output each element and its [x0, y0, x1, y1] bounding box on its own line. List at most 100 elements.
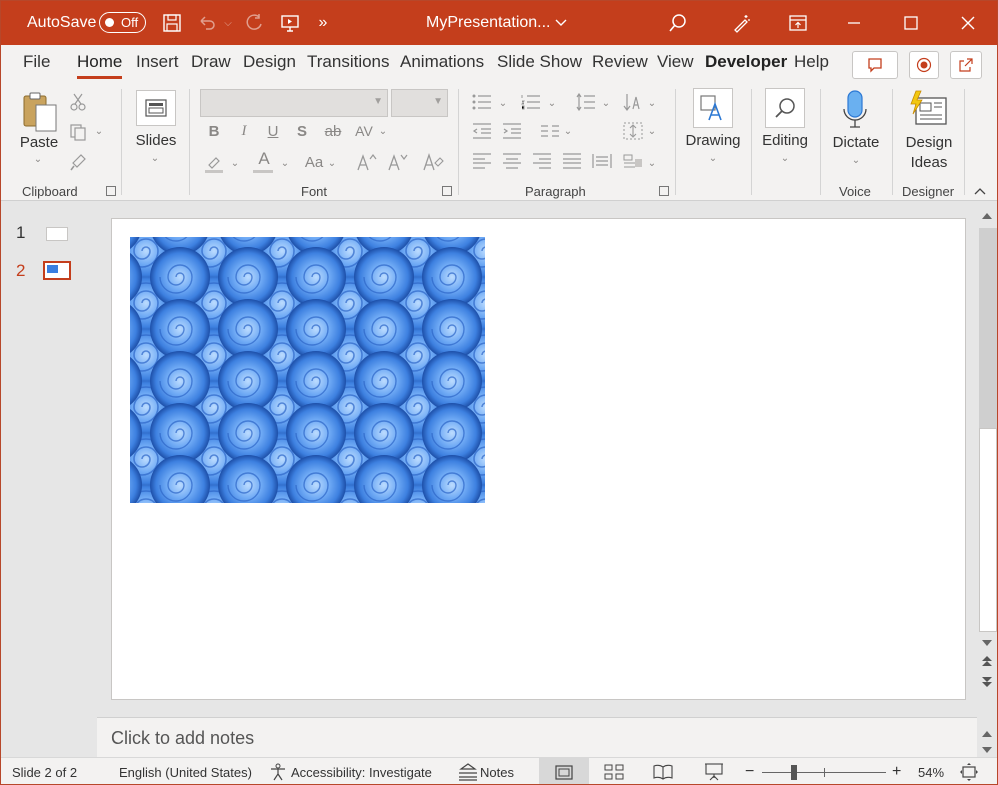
- align-left-icon[interactable]: [471, 151, 493, 171]
- slides-dropdown-icon[interactable]: ⌄: [149, 153, 161, 164]
- slide-show-icon[interactable]: [704, 763, 724, 784]
- font-name-combobox[interactable]: ▼: [200, 89, 388, 117]
- tab-draw[interactable]: Draw: [191, 52, 231, 72]
- text-direction-icon[interactable]: [622, 92, 644, 112]
- chevron-down-icon[interactable]: ⌄: [647, 125, 657, 137]
- dictate-label[interactable]: Dictate: [827, 134, 885, 151]
- swirl-pattern-picture[interactable]: [130, 237, 485, 503]
- designer-wand-icon[interactable]: [729, 1, 755, 45]
- zoom-slider-thumb[interactable]: [791, 765, 797, 780]
- tab-file[interactable]: File: [23, 52, 50, 72]
- redo-icon[interactable]: [241, 1, 267, 45]
- tab-design[interactable]: Design: [243, 52, 296, 72]
- accessibility-status[interactable]: Accessibility: Investigate: [291, 765, 432, 780]
- change-case-button[interactable]: Aa: [301, 151, 327, 173]
- ribbon-display-options-icon[interactable]: [785, 1, 811, 45]
- scroll-track[interactable]: [979, 428, 997, 632]
- next-slide-icon[interactable]: [981, 675, 993, 693]
- align-center-icon[interactable]: [501, 151, 523, 171]
- bullets-icon[interactable]: [471, 92, 493, 112]
- line-spacing-icon[interactable]: [575, 92, 597, 112]
- chevron-down-icon[interactable]: ⌄: [601, 97, 611, 109]
- present-from-beginning-icon[interactable]: [277, 1, 303, 45]
- chevron-down-icon[interactable]: ⌄: [563, 125, 573, 137]
- collapse-ribbon-icon[interactable]: [973, 186, 987, 196]
- decrease-font-size-icon[interactable]: [386, 151, 410, 173]
- italic-button[interactable]: I: [235, 121, 253, 141]
- format-painter-icon[interactable]: [67, 151, 89, 173]
- chevron-down-icon[interactable]: ⌄: [280, 157, 290, 169]
- columns-icon[interactable]: [539, 121, 561, 141]
- design-ideas-label-line1[interactable]: Design: [901, 134, 957, 151]
- bold-button[interactable]: B: [205, 121, 223, 141]
- chevron-down-icon[interactable]: ⌄: [230, 157, 240, 169]
- character-spacing-button[interactable]: AV: [353, 121, 375, 141]
- design-ideas-label-line2[interactable]: Ideas: [901, 154, 957, 171]
- notes-placeholder[interactable]: Click to add notes: [111, 728, 254, 749]
- slide-thumbnail-1[interactable]: [46, 227, 68, 241]
- paragraph-launcher-icon[interactable]: [659, 186, 669, 196]
- scroll-thumb[interactable]: [979, 228, 997, 428]
- align-text-icon[interactable]: [622, 121, 644, 141]
- notes-toggle[interactable]: Notes: [480, 765, 514, 780]
- decrease-indent-icon[interactable]: [471, 121, 493, 141]
- editing-search-icon[interactable]: [765, 88, 805, 128]
- tab-developer[interactable]: Developer: [705, 52, 787, 72]
- language-indicator[interactable]: English (United States): [119, 765, 252, 780]
- drawing-label[interactable]: Drawing: [683, 132, 743, 149]
- chevron-down-icon[interactable]: ⌄: [647, 97, 657, 109]
- new-slide-icon[interactable]: [136, 90, 176, 126]
- record-button[interactable]: [909, 51, 939, 79]
- clear-formatting-icon[interactable]: [421, 151, 445, 173]
- minimize-icon[interactable]: [841, 1, 867, 45]
- paste-dropdown-icon[interactable]: ⌄: [32, 154, 44, 165]
- strikethrough-button[interactable]: ab: [322, 121, 344, 141]
- title-dropdown-icon[interactable]: [551, 1, 571, 45]
- increase-indent-icon[interactable]: [501, 121, 523, 141]
- editing-dropdown-icon[interactable]: ⌄: [779, 153, 791, 164]
- search-icon[interactable]: [665, 1, 691, 45]
- scroll-down-icon[interactable]: [981, 635, 993, 653]
- justify-icon[interactable]: [561, 151, 583, 171]
- fit-slide-icon[interactable]: [959, 762, 979, 784]
- notes-pane[interactable]: Click to add notes: [97, 717, 977, 757]
- comments-button[interactable]: [852, 51, 898, 79]
- cut-icon[interactable]: [67, 91, 89, 113]
- editing-label[interactable]: Editing: [757, 132, 813, 149]
- zoom-level[interactable]: 54%: [918, 765, 944, 780]
- increase-font-size-icon[interactable]: [355, 151, 379, 173]
- maximize-icon[interactable]: [898, 1, 924, 45]
- scroll-up-icon[interactable]: [981, 208, 993, 226]
- numbering-icon[interactable]: [520, 92, 542, 112]
- chevron-down-icon[interactable]: ⌄: [498, 97, 508, 109]
- copy-dropdown-icon[interactable]: ⌄: [93, 125, 105, 137]
- accessibility-icon[interactable]: [269, 763, 287, 784]
- font-launcher-icon[interactable]: [442, 186, 452, 196]
- tab-transitions[interactable]: Transitions: [307, 52, 390, 72]
- chevron-down-icon[interactable]: ⌄: [327, 157, 337, 169]
- font-color-button[interactable]: A: [252, 149, 276, 169]
- drawing-dropdown-icon[interactable]: ⌄: [707, 153, 719, 164]
- chevron-down-icon[interactable]: ⌄: [647, 157, 657, 169]
- notes-icon[interactable]: [458, 763, 478, 784]
- tab-insert[interactable]: Insert: [136, 52, 179, 72]
- undo-icon[interactable]: [194, 1, 220, 45]
- clipboard-launcher-icon[interactable]: [106, 186, 116, 196]
- save-icon[interactable]: [159, 1, 185, 45]
- autosave-toggle[interactable]: Off: [99, 12, 146, 33]
- paste-icon[interactable]: [21, 91, 59, 133]
- drawing-icon[interactable]: [693, 88, 733, 128]
- underline-button[interactable]: U: [264, 121, 282, 141]
- reading-view-icon[interactable]: [653, 764, 673, 783]
- dictate-dropdown-icon[interactable]: ⌄: [850, 155, 862, 166]
- smartart-icon[interactable]: [622, 151, 644, 171]
- close-icon[interactable]: [955, 1, 981, 45]
- normal-view-button[interactable]: [539, 758, 589, 784]
- slide-sorter-icon[interactable]: [604, 764, 624, 783]
- tab-animations[interactable]: Animations: [400, 52, 484, 72]
- highlight-icon[interactable]: [202, 151, 226, 175]
- chevron-down-icon[interactable]: ⌄: [378, 125, 388, 137]
- undo-dropdown-icon[interactable]: ⌵: [221, 1, 235, 45]
- chevron-down-icon[interactable]: ⌄: [547, 97, 557, 109]
- more-commands-icon[interactable]: »: [313, 1, 333, 45]
